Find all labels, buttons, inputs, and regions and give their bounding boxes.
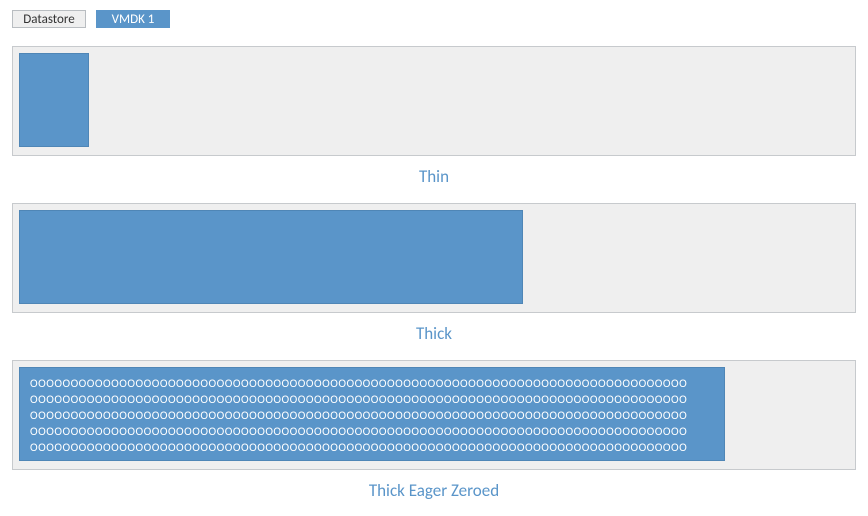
zero-fill-line: OOOOOOOOOOOOOOOOOOOOOOOOOOOOOOOOOOOOOOOO… — [30, 424, 714, 440]
caption-thick-eager-zeroed: Thick Eager Zeroed — [12, 480, 856, 501]
vmdk-block-thick-eager-zeroed: OOOOOOOOOOOOOOOOOOOOOOOOOOOOOOOOOOOOOOOO… — [19, 367, 725, 461]
legend: Datastore VMDK 1 — [12, 10, 856, 28]
datastore-container-thick-eager-zeroed: OOOOOOOOOOOOOOOOOOOOOOOOOOOOOOOOOOOOOOOO… — [12, 360, 856, 470]
legend-swatch-vmdk: VMDK 1 — [96, 10, 170, 28]
zero-fill-line: OOOOOOOOOOOOOOOOOOOOOOOOOOOOOOOOOOOOOOOO… — [30, 392, 714, 408]
zero-fill-line: OOOOOOOOOOOOOOOOOOOOOOOOOOOOOOOOOOOOOOOO… — [30, 440, 714, 456]
vmdk-block-thin — [19, 53, 89, 147]
zero-fill-line: OOOOOOOOOOOOOOOOOOOOOOOOOOOOOOOOOOOOOOOO… — [30, 376, 714, 392]
zero-fill-line: OOOOOOOOOOOOOOOOOOOOOOOOOOOOOOOOOOOOOOOO… — [30, 408, 714, 424]
legend-swatch-datastore: Datastore — [12, 10, 86, 28]
datastore-container-thick — [12, 203, 856, 313]
caption-thin: Thin — [12, 166, 856, 187]
legend-label-vmdk: VMDK 1 — [112, 12, 155, 27]
legend-label-datastore: Datastore — [23, 12, 74, 27]
vmdk-block-thick — [19, 210, 523, 304]
datastore-container-thin — [12, 46, 856, 156]
caption-thick: Thick — [12, 323, 856, 344]
